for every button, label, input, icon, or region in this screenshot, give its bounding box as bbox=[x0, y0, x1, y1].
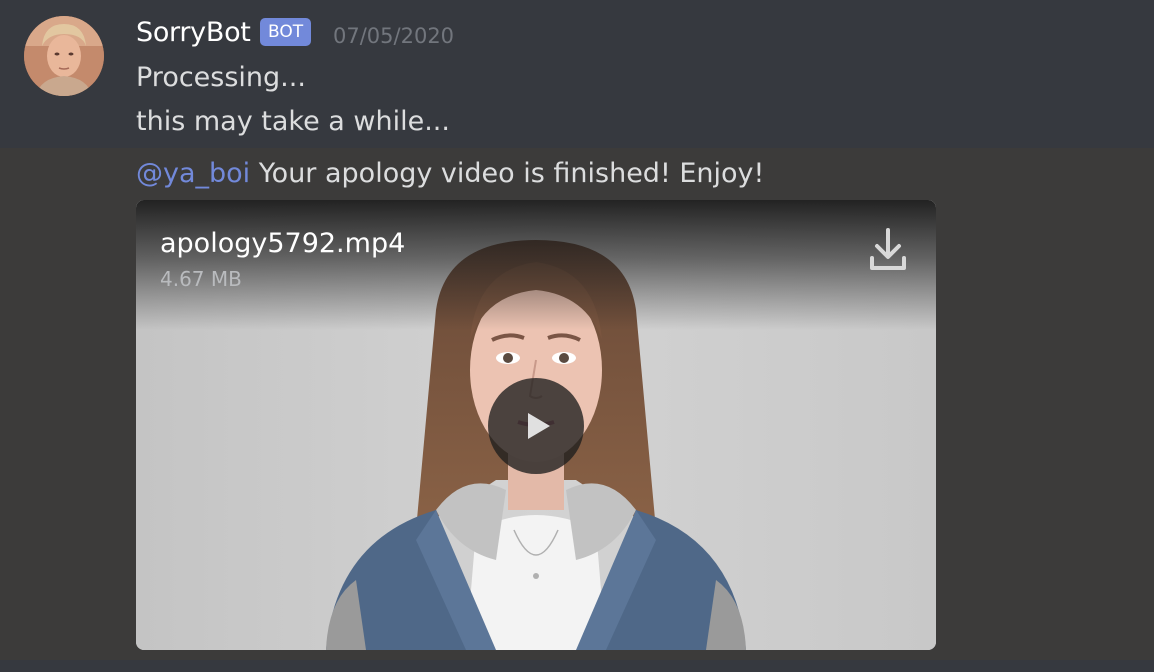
message-timestamp: 07/05/2020 bbox=[333, 24, 455, 48]
download-icon[interactable] bbox=[868, 226, 908, 274]
user-mention[interactable]: @ya_boi bbox=[136, 158, 250, 189]
chat-background bbox=[0, 660, 1154, 672]
message-finished-text: Your apology video is finished! Enjoy! bbox=[250, 158, 765, 189]
message-line-wait: this may take a while... bbox=[136, 106, 450, 137]
avatar[interactable] bbox=[24, 16, 104, 96]
attachment-file-name[interactable]: apology5792.mp4 bbox=[160, 226, 405, 262]
video-header-overlay bbox=[136, 200, 936, 330]
play-icon[interactable] bbox=[488, 378, 584, 474]
username[interactable]: SorryBot bbox=[136, 14, 251, 52]
video-attachment[interactable]: apology5792.mp4 4.67 MB bbox=[136, 200, 936, 650]
message-line-finished: @ya_boi Your apology video is finished! … bbox=[136, 155, 764, 193]
attachment-file-size: 4.67 MB bbox=[160, 267, 242, 291]
bot-badge: BOT bbox=[260, 18, 312, 46]
message-line-processing: Processing... bbox=[136, 62, 306, 93]
